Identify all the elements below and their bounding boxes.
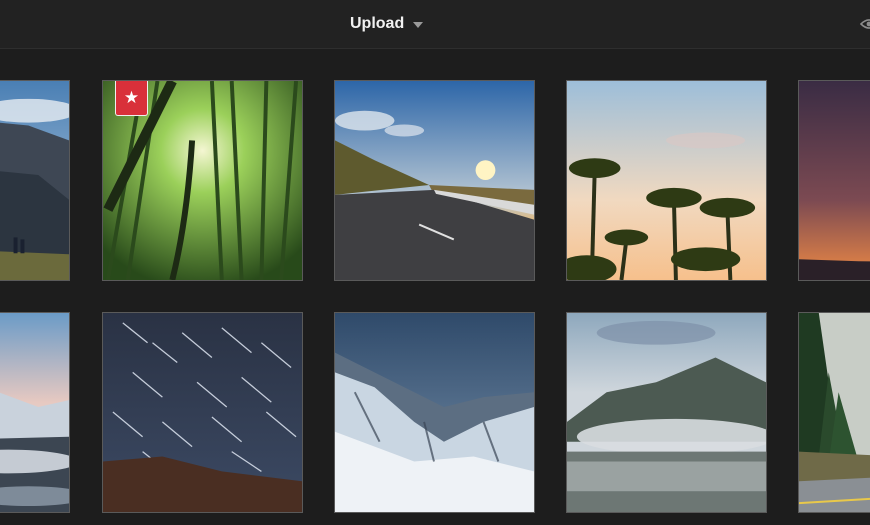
photo-tile-palm-trees[interactable] — [566, 80, 767, 281]
eye-icon[interactable] — [860, 18, 870, 30]
photo-tile-mountain-road-sunset[interactable] — [334, 80, 535, 281]
top-bar: Upload — [0, 0, 870, 49]
photo-tile-snowy-peaks-clouds[interactable] — [0, 312, 70, 513]
photo-tile-misty-mountain-lake[interactable] — [566, 312, 767, 513]
photo-tile-forest-road[interactable] — [798, 312, 870, 513]
chevron-down-icon — [413, 22, 424, 28]
starred-badge: ★ — [115, 81, 148, 116]
photo-tile-night-sky-dusk[interactable] — [798, 80, 870, 281]
photo-tile-star-trails[interactable] — [102, 312, 303, 513]
photo-tile-bamboo-forest[interactable]: ★ — [102, 80, 303, 281]
upload-menu-button[interactable]: Upload — [350, 12, 424, 36]
photo-grid: ★ — [0, 49, 870, 525]
star-icon: ★ — [123, 87, 140, 107]
photo-tile-snowy-mountain-range[interactable] — [334, 312, 535, 513]
photo-tile-mountain-hikers[interactable] — [0, 80, 70, 281]
upload-label: Upload — [350, 15, 405, 32]
